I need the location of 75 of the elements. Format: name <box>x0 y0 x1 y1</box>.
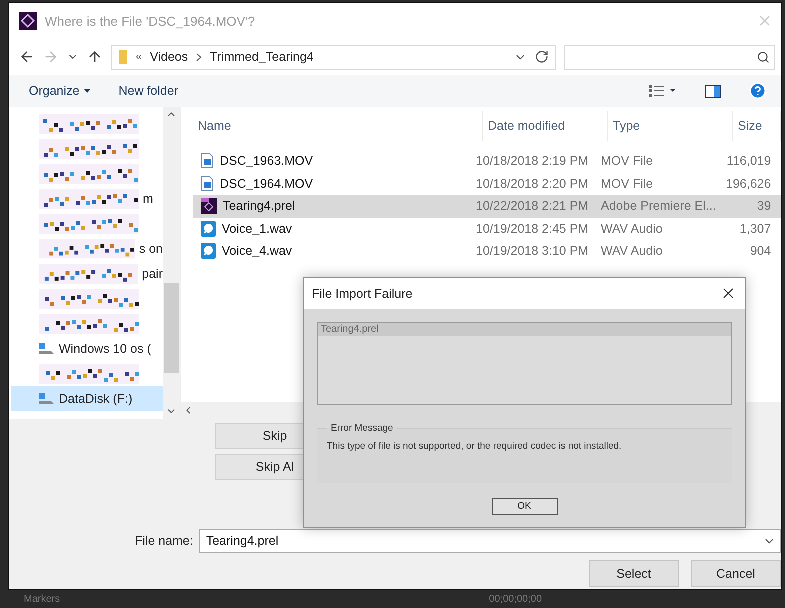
audio-file-icon <box>201 220 216 237</box>
video-file-icon <box>201 176 214 192</box>
sidebar-label: m <box>143 192 154 206</box>
type-cell-text: MOV File <box>600 154 654 168</box>
vertical-scrollbar[interactable] <box>163 107 180 419</box>
sidebar-label: s on <box>139 242 163 256</box>
date-cell-text: 10/19/2018 3:10 PM <box>475 244 590 258</box>
column-header[interactable]: Size <box>733 111 781 141</box>
drive-icon <box>39 392 55 406</box>
file-name-input[interactable]: Tearing4.prel <box>204 533 763 549</box>
address-bar[interactable]: « Videos Trimmed_Tearing4 <box>111 44 556 70</box>
file-row[interactable]: Voice_1.wav 10/19/2018 2:45 PM WAV Audio 1,307 <box>193 218 781 240</box>
drive-icon <box>39 342 55 356</box>
premiere-file-icon <box>201 198 217 214</box>
breadcrumb[interactable]: Trimmed_Tearing4 <box>210 50 314 64</box>
caret-icon <box>84 89 91 93</box>
view-options-icon[interactable] <box>649 85 677 97</box>
up-icon[interactable] <box>87 49 103 65</box>
size-cell-text: 116,019 <box>726 154 772 168</box>
date-cell-text: 10/18/2018 2:20 PM <box>475 176 590 191</box>
file-row[interactable]: Tearing4.prel 10/22/2018 2:21 PM Adobe Premiere El... 39 <box>193 195 781 218</box>
file-name-field[interactable]: Tearing4.prel <box>199 529 781 553</box>
overflow-chevrons[interactable]: « <box>136 51 142 63</box>
size-cell-text: 196,626 <box>725 176 772 191</box>
breadcrumb[interactable]: Videos <box>150 50 188 64</box>
file-name: DSC_1964.MOV <box>220 176 314 191</box>
breadcrumb-chevron-icon <box>196 52 202 62</box>
file-name: Tearing4.prel <box>223 199 296 214</box>
file-name-label: File name: <box>135 534 194 548</box>
app-logo-icon <box>19 12 37 30</box>
new-folder-button[interactable]: New folder <box>118 84 178 98</box>
search-field[interactable] <box>564 44 775 70</box>
window-title: Where is the File 'DSC_1964.MOV'? <box>45 14 256 28</box>
dialog-title: File Import Failure <box>312 286 414 300</box>
search-icon <box>757 50 770 64</box>
dialog-button[interactable]: Select <box>589 560 679 587</box>
help-icon[interactable] <box>749 82 767 100</box>
audio-file-icon <box>201 243 216 260</box>
file-name: Voice_4.wav <box>222 244 292 258</box>
sidebar-item[interactable]: Windows 10 os ( <box>11 336 163 361</box>
type-cell-text: MOV File <box>600 176 654 191</box>
back-icon[interactable] <box>19 49 35 65</box>
type-cell-text: WAV Audio <box>600 244 664 258</box>
column-header[interactable]: Date modified <box>483 111 608 141</box>
sidebar-item[interactable]: s on <box>11 236 163 261</box>
video-file-icon <box>201 153 214 170</box>
size-cell-text: 1,307 <box>738 222 772 236</box>
file-name: Voice_1.wav <box>222 222 292 236</box>
date-cell-text: 10/18/2018 2:19 PM <box>475 154 590 168</box>
file-row[interactable]: Voice_4.wav 10/19/2018 3:10 PM WAV Audio 904 <box>193 240 781 262</box>
ok-button[interactable]: OK <box>492 498 558 515</box>
sidebar-item[interactable]: DataDisk (F:) <box>11 386 163 411</box>
sidebar-item[interactable]: pair <box>11 261 163 286</box>
folder-icon <box>118 49 128 65</box>
file-row[interactable]: DSC_1963.MOV 10/18/2018 2:19 PM MOV File 116,019 <box>193 150 781 172</box>
size-cell-text: 904 <box>749 244 772 258</box>
sidebar-label: pair <box>142 266 163 280</box>
column-header[interactable]: Type <box>608 111 733 141</box>
drive-label: Windows 10 os ( <box>59 342 152 356</box>
file-name: DSC_1963.MOV <box>220 154 314 168</box>
dialog-button[interactable]: Cancel <box>691 560 781 587</box>
organize-button[interactable]: Organize <box>29 84 91 98</box>
file-row[interactable]: DSC_1964.MOV 10/18/2018 2:20 PM MOV File 196,626 <box>193 172 781 195</box>
sidebar-item[interactable]: m <box>11 186 163 211</box>
column-header[interactable]: Name <box>193 111 483 141</box>
timecode: 00;00;00;00 <box>489 594 542 604</box>
refresh-icon[interactable] <box>535 50 549 64</box>
type-cell-text: WAV Audio <box>600 222 664 236</box>
type-cell-text: Adobe Premiere El... <box>600 199 718 214</box>
size-cell-text: 39 <box>756 199 772 214</box>
preview-pane-icon[interactable] <box>705 84 721 98</box>
panel-label: Markers <box>24 594 60 604</box>
date-cell-text: 10/22/2018 2:21 PM <box>475 199 590 214</box>
drive-label: DataDisk (F:) <box>59 392 133 406</box>
date-cell-text: 10/19/2018 2:45 PM <box>475 222 590 236</box>
